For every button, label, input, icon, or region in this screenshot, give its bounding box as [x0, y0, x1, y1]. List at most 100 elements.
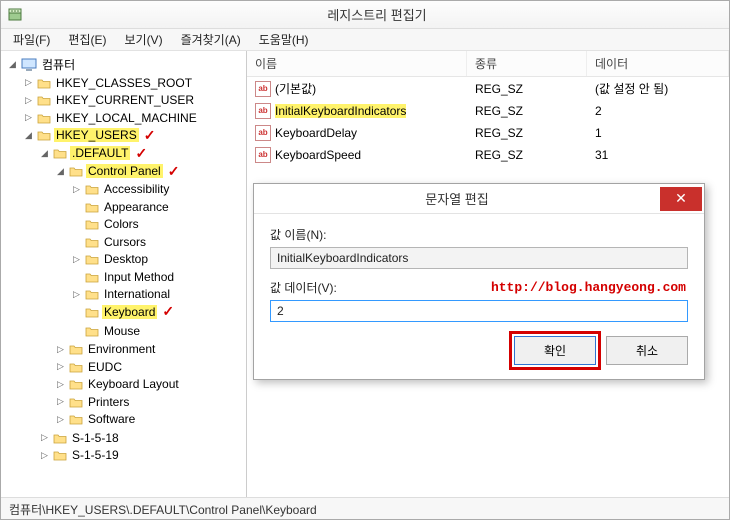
tree-item-default[interactable]: .DEFAULT — [70, 146, 130, 160]
menu-view[interactable]: 보기(V) — [116, 29, 170, 50]
expander-icon[interactable]: ◢ — [7, 59, 18, 70]
value-data: 1 — [587, 124, 729, 142]
cancel-button[interactable]: 취소 — [606, 336, 688, 365]
folder-icon — [37, 112, 51, 124]
tree-item-s1519[interactable]: S-1-5-19 — [70, 448, 121, 462]
column-headers: 이름 종류 데이터 — [247, 51, 729, 77]
string-value-icon: ab — [255, 147, 271, 163]
expander-icon[interactable]: ▷ — [23, 112, 34, 123]
dialog-title: 문자열 편집 — [254, 189, 660, 208]
value-type: REG_SZ — [467, 124, 587, 142]
expander-icon[interactable]: ▷ — [39, 432, 50, 443]
value-name: KeyboardDelay — [275, 126, 357, 140]
col-data[interactable]: 데이터 — [587, 51, 729, 76]
expander-icon[interactable]: ▷ — [55, 396, 66, 407]
folder-icon — [85, 325, 99, 337]
tree-item-hcu[interactable]: HKEY_CURRENT_USER — [54, 93, 196, 107]
folder-icon — [37, 129, 51, 141]
expander-icon[interactable]: ◢ — [39, 148, 50, 159]
value-data: 2 — [587, 102, 729, 120]
string-value-icon: ab — [255, 125, 271, 141]
computer-icon — [21, 58, 37, 72]
folder-icon — [85, 306, 99, 318]
list-row[interactable]: ab InitialKeyboardIndicators REG_SZ2 — [247, 100, 729, 122]
expander-icon[interactable]: ▷ — [71, 289, 82, 300]
values-pane[interactable]: 이름 종류 데이터 ab(기본값)REG_SZ(값 설정 안 됨)abIniti… — [247, 51, 729, 497]
check-icon: ✓ — [135, 145, 147, 162]
folder-icon — [85, 218, 99, 230]
value-type: REG_SZ — [467, 102, 587, 120]
folder-icon — [37, 94, 51, 106]
ok-button[interactable]: 확인 — [514, 336, 596, 365]
value-data-input[interactable] — [270, 300, 688, 322]
tree-item-accessibility[interactable]: Accessibility — [102, 182, 171, 196]
folder-icon — [53, 449, 67, 461]
tree-item-environment[interactable]: Environment — [86, 342, 157, 356]
tree-item-mouse[interactable]: Mouse — [102, 324, 142, 338]
tree-item-s1518[interactable]: S-1-5-18 — [70, 431, 121, 445]
tree-item-desktop[interactable]: Desktop — [102, 252, 150, 266]
value-name: KeyboardSpeed — [275, 148, 361, 162]
menu-favorites[interactable]: 즐겨찾기(A) — [173, 29, 249, 50]
col-type[interactable]: 종류 — [467, 51, 587, 76]
expander-icon[interactable]: ▷ — [23, 95, 34, 106]
tree-item-eudc[interactable]: EUDC — [86, 360, 124, 374]
menu-file[interactable]: 파일(F) — [5, 29, 58, 50]
folder-icon — [85, 236, 99, 248]
expander-icon[interactable]: ▷ — [71, 254, 82, 265]
folder-icon — [69, 361, 83, 373]
list-row[interactable]: ab KeyboardDelay REG_SZ1 — [247, 122, 729, 144]
tree-item-cursors[interactable]: Cursors — [102, 235, 148, 249]
value-name: InitialKeyboardIndicators — [275, 104, 406, 118]
tree-item-input_method[interactable]: Input Method — [102, 270, 176, 284]
expander-icon[interactable]: ▷ — [39, 450, 50, 461]
folder-icon — [85, 253, 99, 265]
expander-icon[interactable]: ◢ — [55, 166, 66, 177]
menu-help[interactable]: 도움말(H) — [251, 29, 317, 50]
string-value-icon: ab — [255, 81, 271, 97]
close-icon[interactable]: ✕ — [660, 187, 702, 211]
expander-icon[interactable]: ▷ — [55, 344, 66, 355]
expander-icon[interactable]: ◢ — [23, 130, 34, 141]
expander-icon[interactable]: ▷ — [55, 361, 66, 372]
tree-item-hcr[interactable]: HKEY_CLASSES_ROOT — [54, 76, 194, 90]
tree-item-colors[interactable]: Colors — [102, 217, 141, 231]
edit-string-dialog: 문자열 편집 ✕ 값 이름(N): 값 데이터(V): http://blog.… — [253, 183, 705, 380]
value-name-label: 값 이름(N): — [270, 226, 688, 243]
window-title: 레지스트리 편집기 — [31, 5, 723, 24]
tree-item-computer[interactable]: 컴퓨터 — [40, 56, 77, 73]
watermark-text: http://blog.hangyeong.com — [491, 280, 686, 295]
tree-item-control-panel[interactable]: Control Panel — [86, 164, 163, 178]
tree-item-printers[interactable]: Printers — [86, 395, 131, 409]
tree-item-hku[interactable]: HKEY_USERS — [54, 128, 139, 142]
list-row[interactable]: ab(기본값) REG_SZ(값 설정 안 됨) — [247, 77, 729, 100]
value-type: REG_SZ — [467, 146, 587, 164]
col-name[interactable]: 이름 — [247, 51, 467, 76]
list-row[interactable]: abKeyboardSpeedREG_SZ31 — [247, 144, 729, 166]
value-data: (값 설정 안 됨) — [587, 78, 729, 99]
expander-icon[interactable]: ▷ — [55, 414, 66, 425]
tree-item-international[interactable]: International — [102, 287, 172, 301]
check-icon: ✓ — [168, 163, 180, 180]
check-icon: ✓ — [144, 127, 156, 144]
folder-icon — [69, 378, 83, 390]
expander-icon[interactable]: ▷ — [55, 379, 66, 390]
tree-item-hlm[interactable]: HKEY_LOCAL_MACHINE — [54, 111, 199, 125]
menubar: 파일(F) 편집(E) 보기(V) 즐겨찾기(A) 도움말(H) — [1, 29, 729, 51]
folder-icon — [85, 183, 99, 195]
expander-icon[interactable]: ▷ — [71, 184, 82, 195]
tree-item-keyboard-layout[interactable]: Keyboard Layout — [86, 377, 181, 391]
tree-item-keyboard[interactable]: Keyboard — [102, 305, 157, 319]
folder-icon — [85, 201, 99, 213]
tree-item-appearance[interactable]: Appearance — [102, 200, 171, 214]
expander-icon[interactable]: ▷ — [23, 77, 34, 88]
statusbar: 컴퓨터\HKEY_USERS\.DEFAULT\Control Panel\Ke… — [1, 497, 729, 519]
menu-edit[interactable]: 편집(E) — [60, 29, 114, 50]
string-value-icon: ab — [255, 103, 271, 119]
value-type: REG_SZ — [467, 80, 587, 98]
tree-item-software[interactable]: Software — [86, 412, 137, 426]
tree-pane[interactable]: ◢ 컴퓨터 ▷ HKEY_CLASSES_ROOT ▷ HKEY_CURRENT_U… — [1, 51, 247, 497]
value-name: (기본값) — [275, 80, 316, 97]
value-name-input[interactable] — [270, 247, 688, 269]
check-icon: ✓ — [162, 303, 174, 320]
